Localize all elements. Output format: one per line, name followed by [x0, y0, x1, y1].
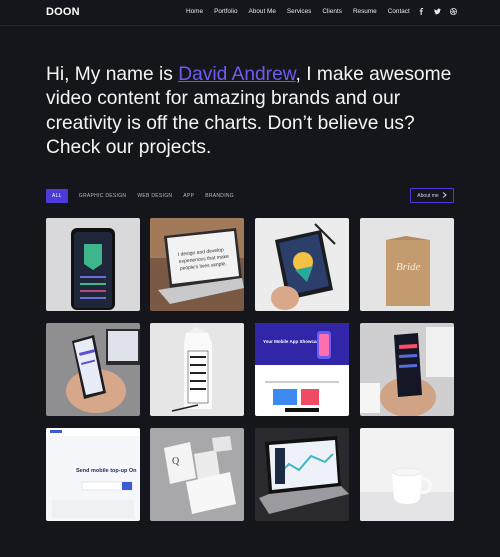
nav-clients[interactable]: Clients — [322, 8, 342, 15]
portfolio-item-white-mug[interactable] — [360, 428, 454, 521]
facebook-icon[interactable] — [417, 7, 425, 15]
portfolio-item-phone-app-hand[interactable] — [360, 323, 454, 416]
portfolio-item-milk-carton[interactable] — [150, 323, 244, 416]
nav-resume[interactable]: Resume — [353, 8, 377, 15]
nav-portfolio[interactable]: Portfolio — [214, 8, 237, 15]
portfolio-item-laptop-dashboard[interactable] — [255, 428, 349, 521]
portfolio-item-mobile-app-showcase[interactable]: Your Mobile App Showcase — [255, 323, 349, 416]
phone-app-image — [46, 218, 140, 311]
social-links — [417, 7, 457, 15]
svg-text:Q: Q — [172, 456, 180, 467]
about-me-label: About me — [417, 192, 439, 199]
portfolio-item-laptop-design[interactable]: I design and develop experiences that ma… — [150, 218, 244, 311]
filter-all[interactable]: ALL — [46, 189, 68, 203]
stationery-image: Q — [150, 428, 244, 521]
filter-web-design[interactable]: WEB DESIGN — [137, 193, 172, 199]
phone-app-hand-image — [360, 323, 454, 416]
about-me-button[interactable]: About me — [410, 188, 454, 203]
laptop-design-image: I design and develop experiences that ma… — [150, 218, 244, 311]
white-mug-image — [360, 428, 454, 521]
topup-headline: Send mobile top-up On — [76, 468, 137, 474]
portfolio-item-phone-in-hand[interactable] — [46, 323, 140, 416]
nav-about-me[interactable]: About Me — [249, 8, 276, 15]
portfolio-item-bride-card[interactable]: Bride — [360, 218, 454, 311]
bride-card-text: Bride — [396, 261, 421, 273]
main-nav: Home Portfolio About Me Services Clients… — [186, 8, 421, 15]
portfolio-item-stationery[interactable]: Q — [150, 428, 244, 521]
hero-intro: Hi, My name is David Andrew, I make awes… — [46, 63, 466, 160]
nav-home[interactable]: Home — [186, 8, 203, 15]
filter-graphic-design[interactable]: GRAPHIC DESIGN — [79, 193, 127, 199]
portfolio-item-tablet[interactable] — [255, 218, 349, 311]
bride-card-image: Bride — [360, 218, 454, 311]
filter-app[interactable]: APP — [183, 193, 194, 199]
chevron-right-icon — [442, 191, 447, 200]
twitter-icon[interactable] — [433, 7, 441, 15]
tablet-image — [255, 218, 349, 311]
phone-in-hand-image — [46, 323, 140, 416]
milk-carton-image — [150, 323, 244, 416]
nav-contact[interactable]: Contact — [388, 8, 410, 15]
filter-branding[interactable]: BRANDING — [205, 193, 234, 199]
portfolio-item-website-topup[interactable]: Send mobile top-up On — [46, 428, 140, 521]
showcase-title: Your Mobile App Showcase — [263, 339, 322, 344]
portfolio-item-phone-app[interactable] — [46, 218, 140, 311]
portfolio-filters: ALL GRAPHIC DESIGN WEB DESIGN APP BRANDI… — [46, 189, 245, 203]
site-logo[interactable]: DOON — [46, 6, 80, 18]
website-topup-image: Send mobile top-up On — [46, 428, 140, 521]
nav-services[interactable]: Services — [287, 8, 312, 15]
hero-name-link[interactable]: David Andrew — [178, 64, 295, 85]
dribbble-icon[interactable] — [449, 7, 457, 15]
mobile-app-showcase-image: Your Mobile App Showcase — [255, 323, 349, 416]
site-header: DOON Home Portfolio About Me Services Cl… — [0, 0, 500, 26]
laptop-dashboard-image — [255, 428, 349, 521]
hero-prefix: Hi, My name is — [46, 64, 179, 85]
